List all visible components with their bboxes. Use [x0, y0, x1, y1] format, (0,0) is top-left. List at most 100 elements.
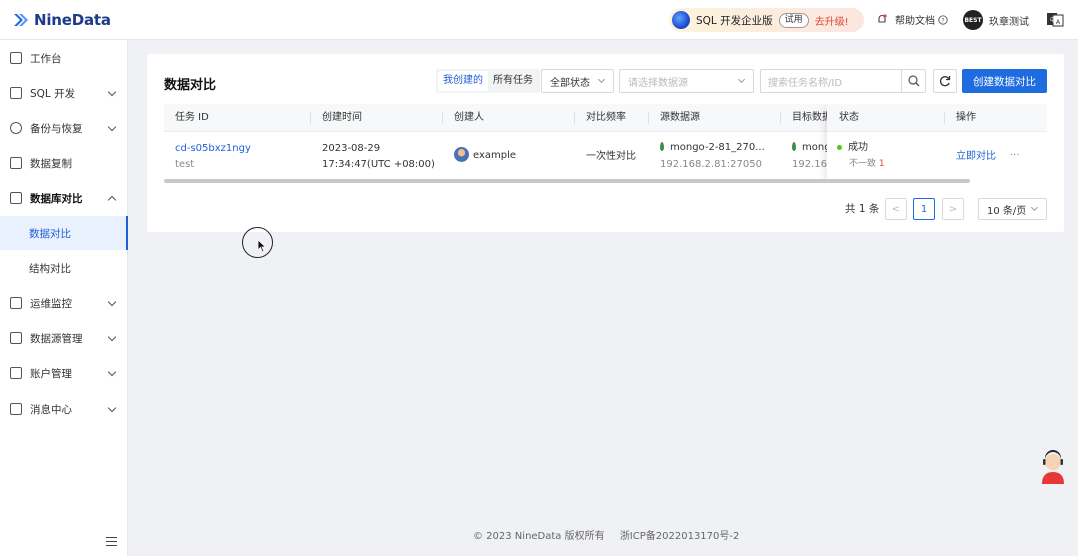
user-menu[interactable]: BEST 玖章测试 — [963, 10, 1029, 30]
datasource-icon — [10, 332, 22, 344]
ninedata-logo-icon — [14, 13, 28, 26]
column-divider — [310, 112, 311, 124]
sidebar-item-account[interactable]: 账户管理 — [0, 356, 128, 390]
source-datasource[interactable]: mongo-2-81_270... — [660, 140, 765, 155]
column-divider — [780, 112, 781, 124]
mail-icon — [10, 403, 22, 415]
upgrade-link[interactable]: 去升级! — [815, 13, 849, 28]
logo[interactable]: NineData — [11, 10, 111, 30]
sidebar-item-messages[interactable]: 消息中心 — [0, 392, 128, 426]
tab-my-tasks[interactable]: 我创建的 — [438, 71, 488, 91]
sidebar-subitem-data-compare[interactable]: 数据对比 — [0, 216, 128, 250]
help-doc-label: 帮助文档 — [895, 16, 935, 27]
datasource-select[interactable]: 请选择数据源 — [619, 69, 754, 93]
question-icon: ? — [938, 14, 948, 25]
search-input[interactable]: 搜索任务名称/ID — [760, 69, 926, 93]
source-address: 192.168.2.81:27050 — [660, 159, 762, 170]
chevron-down-icon — [107, 403, 117, 413]
create-compare-button[interactable]: 创建数据对比 — [962, 69, 1047, 93]
col-created-time: 创建时间 — [322, 112, 362, 123]
sidebar-item-label: 账户管理 — [30, 367, 72, 380]
page-1-button[interactable]: 1 — [913, 198, 935, 220]
next-page-button[interactable]: > — [942, 198, 964, 220]
task-name: test — [175, 159, 195, 170]
sidebar-subitem-schema-compare[interactable]: 结构对比 — [0, 251, 128, 285]
col-source: 源数据源 — [660, 112, 700, 123]
more-actions-icon[interactable]: ··· — [1010, 148, 1020, 163]
inconsistent-info: 不一致 1 — [849, 157, 885, 172]
chevron-down-icon — [107, 122, 117, 132]
sidebar-item-label: 结构对比 — [29, 262, 71, 275]
sidebar-item-monitoring[interactable]: 运维监控 — [0, 286, 128, 320]
sidebar-item-db-compare[interactable]: 数据库对比 — [0, 181, 128, 215]
page-size-value: 10 条/页 — [987, 205, 1027, 217]
page-title: 数据对比 — [164, 78, 217, 93]
task-id-link[interactable]: cd-s05bxz1ngy — [175, 141, 251, 156]
refresh-button[interactable] — [933, 69, 957, 93]
datasource-select-placeholder: 请选择数据源 — [628, 77, 688, 89]
mongodb-icon — [660, 142, 664, 151]
tab-all-tasks[interactable]: 所有任务 — [488, 71, 538, 91]
sidebar-item-label: 数据对比 — [29, 227, 71, 240]
status-badge: 成功 — [837, 140, 868, 155]
prev-page-button[interactable]: < — [885, 198, 907, 220]
svg-text:?: ? — [941, 16, 944, 24]
promo-title: SQL 开发企业版 — [696, 14, 773, 27]
compare-now-link[interactable]: 立即对比 — [956, 149, 996, 164]
chevron-up-icon — [107, 195, 117, 205]
column-divider — [648, 112, 649, 124]
sidebar-item-label: 数据源管理 — [30, 332, 83, 345]
backup-icon — [10, 122, 22, 134]
user-name: 玖章测试 — [989, 16, 1029, 28]
sidebar-item-sql-dev[interactable]: SQL 开发 — [0, 76, 128, 110]
col-task-id: 任务 ID — [175, 112, 209, 123]
page-size-select[interactable]: 10 条/页 — [978, 198, 1047, 220]
sidebar-item-datasource[interactable]: 数据源管理 — [0, 321, 128, 355]
icp-link[interactable]: 浙ICP备2022013170号-2 — [620, 531, 740, 542]
frequency-value: 一次性对比 — [586, 151, 636, 162]
sidebar-item-backup[interactable]: 备份与恢复 — [0, 111, 128, 145]
logo-text: NineData — [34, 10, 111, 29]
task-scope-toggle: 我创建的 所有任务 — [436, 69, 540, 93]
col-status: 状态 — [839, 112, 859, 123]
help-doc-link[interactable]: 帮助文档 ? — [877, 12, 948, 27]
avatar: BEST — [963, 10, 983, 30]
home-icon — [10, 52, 22, 64]
column-divider — [944, 112, 945, 124]
success-dot-icon — [837, 144, 842, 150]
data-compare-card: 数据对比 我创建的 所有任务 全部状态 请选择数据源 搜索任务名称/ID 创建数… — [147, 54, 1064, 232]
horizontal-scrollbar[interactable] — [164, 179, 970, 183]
sidebar-item-label: 数据复制 — [30, 157, 72, 170]
chevron-down-icon — [737, 75, 746, 84]
source-name: mongo-2-81_270... — [670, 142, 765, 153]
fixed-right-columns: 状态 操作 成功 不一致 1 立即对比 ··· — [827, 104, 1047, 184]
chevron-down-icon — [597, 75, 606, 84]
customer-support-icon[interactable] — [1038, 450, 1068, 484]
status-select-value: 全部状态 — [550, 77, 590, 89]
terminal-icon — [10, 87, 22, 99]
chevron-down-icon — [107, 367, 117, 377]
search-placeholder: 搜索任务名称/ID — [768, 77, 843, 89]
collapse-sidebar-icon[interactable] — [106, 537, 117, 546]
top-header: NineData SQL 开发企业版 试用 去升级! 帮助文档 ? BEST 玖… — [0, 0, 1078, 40]
col-frequency: 对比频率 — [586, 112, 626, 123]
search-button[interactable] — [901, 70, 925, 92]
inconsistent-count: 1 — [878, 159, 885, 169]
chevron-down-icon — [107, 297, 117, 307]
globe-icon — [672, 11, 690, 29]
sidebar-item-workbench[interactable]: 工作台 — [0, 41, 128, 75]
task-table: 任务 ID 创建时间 创建人 对比频率 源数据源 目标数据源 cd-s05bxz… — [164, 104, 1047, 184]
creator-name: example — [473, 150, 517, 161]
chevron-down-icon — [107, 332, 117, 342]
col-actions: 操作 — [956, 112, 976, 123]
sidebar-item-replication[interactable]: 数据复制 — [0, 146, 128, 180]
status-select[interactable]: 全部状态 — [541, 69, 614, 93]
upgrade-banner[interactable]: SQL 开发企业版 试用 去升级! — [669, 8, 864, 32]
refresh-icon — [939, 76, 951, 87]
language-switch-icon[interactable]: 中 A — [1046, 11, 1064, 27]
user-avatar-icon — [454, 147, 469, 162]
compare-icon — [10, 192, 22, 204]
notification-bell-icon — [878, 14, 887, 23]
column-divider — [442, 112, 443, 124]
target-address: 192.16 — [792, 159, 827, 170]
